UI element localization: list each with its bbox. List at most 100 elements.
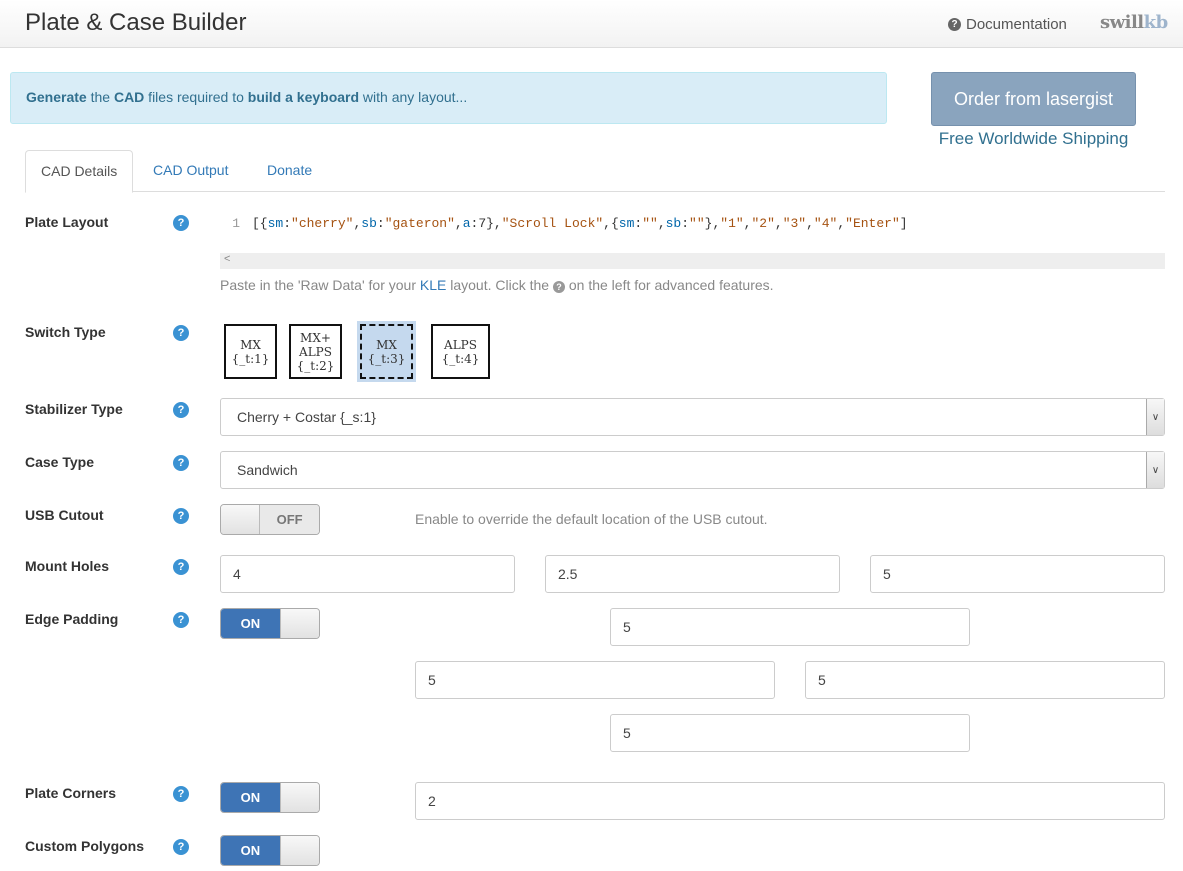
toggle-state: OFF (260, 505, 319, 534)
plate-layout-hint: Paste in the 'Raw Data' for your KLE lay… (220, 277, 774, 293)
edge-padding-left-input[interactable]: 5 (415, 661, 775, 699)
code-token: }, (704, 216, 721, 231)
code-token: sb (361, 216, 377, 231)
mount-holes-input-1[interactable]: 4 (220, 555, 515, 593)
mount-holes-label: Mount Holes (25, 558, 109, 574)
mount-holes-input-2[interactable]: 2.5 (545, 555, 840, 593)
switch-option-line: {_t:2} (296, 358, 335, 373)
plate-layout-help-icon[interactable]: ? (173, 215, 189, 231)
toggle-state: ON (221, 836, 280, 865)
code-token: "4" (813, 216, 838, 231)
hint-text: on the left for advanced features. (564, 277, 774, 293)
stabilizer-type-value: Cherry + Costar {_s:1} (237, 409, 376, 425)
switch-option-line: MX+ (300, 330, 331, 345)
code-token: :7}, (470, 216, 502, 231)
kle-link[interactable]: KLE (420, 277, 446, 293)
code-token: "Enter" (845, 216, 900, 231)
tab-donate[interactable]: Donate (252, 150, 327, 192)
code-token: "cherry" (291, 216, 354, 231)
edge-padding-label: Edge Padding (25, 611, 119, 627)
code-token: "Scroll Lock" (501, 216, 604, 231)
info-banner: Generate the CAD files required to build… (10, 72, 887, 124)
code-token: a (462, 216, 471, 231)
banner-text-bold: build a keyboard (247, 89, 360, 105)
documentation-link[interactable]: ? Documentation (948, 16, 1067, 33)
case-type-value: Sandwich (237, 462, 298, 478)
edge-padding-bottom-input[interactable]: 5 (610, 714, 970, 752)
code-token: ] (899, 216, 908, 231)
switch-option-line: {_t:4} (441, 351, 480, 366)
hint-text: layout. Click the (446, 277, 553, 293)
banner-text-bold: Generate (26, 89, 87, 105)
plate-layout-editor[interactable]: 1 [{sm:"cherry",sb:"gateron",a:7},"Scroll… (220, 216, 908, 231)
mount-holes-help-icon[interactable]: ? (173, 559, 189, 575)
brand-logo[interactable]: swillkb (1100, 12, 1168, 33)
switch-option-line: ALPS (299, 344, 332, 359)
switch-option-line: {_t:3} (367, 351, 406, 366)
case-type-help-icon[interactable]: ? (173, 455, 189, 471)
documentation-label: Documentation (966, 16, 1067, 33)
code-token: , (657, 216, 666, 231)
chevron-down-icon: ∨ (1146, 399, 1164, 435)
switch-option-mx-alps[interactable]: MX+ ALPS {_t:2} (289, 324, 342, 379)
custom-polygons-help-icon[interactable]: ? (173, 839, 189, 855)
edge-padding-toggle[interactable]: ON (220, 608, 320, 639)
code-token: "" (689, 216, 705, 231)
custom-polygons-label: Custom Polygons (25, 838, 145, 854)
code-token: [{ (252, 216, 268, 231)
custom-polygons-toggle[interactable]: ON (220, 835, 320, 866)
code-token: : (283, 216, 292, 231)
shipping-text: Free Worldwide Shipping (938, 129, 1129, 148)
code-token: ,{ (603, 216, 619, 231)
brand-logo-part2: kb (1143, 12, 1169, 33)
code-token: : (376, 216, 385, 231)
switch-type-help-icon[interactable]: ? (173, 325, 189, 341)
case-type-label: Case Type (25, 454, 94, 470)
tab-cad-output[interactable]: CAD Output (138, 150, 243, 192)
stabilizer-type-select[interactable]: Cherry + Costar {_s:1} ∨ (220, 398, 1165, 436)
toggle-state: ON (221, 609, 280, 638)
brand-logo-part1: swill (1100, 12, 1144, 33)
toggle-state: ON (221, 783, 280, 812)
order-lasergist-button[interactable]: Order from lasergist (931, 72, 1136, 126)
code-token: , (454, 216, 463, 231)
plate-corners-input[interactable]: 2 (415, 782, 1165, 820)
usb-cutout-toggle[interactable]: OFF (220, 504, 320, 535)
switch-option-mx[interactable]: MX {_t:1} (224, 324, 277, 379)
stabilizer-type-label: Stabilizer Type (25, 401, 123, 417)
hint-text: Paste in the 'Raw Data' for your (220, 277, 420, 293)
scroll-left-arrow-icon[interactable]: < (224, 253, 230, 265)
code-token: "" (642, 216, 658, 231)
edge-padding-top-input[interactable]: 5 (610, 608, 970, 646)
code-token: "3" (782, 216, 807, 231)
usb-cutout-help-icon[interactable]: ? (173, 508, 189, 524)
code-token: : (681, 216, 690, 231)
editor-horizontal-scrollbar[interactable]: < (220, 253, 1165, 269)
plate-corners-toggle[interactable]: ON (220, 782, 320, 813)
toggle-knob (221, 505, 261, 534)
tab-cad-details[interactable]: CAD Details (25, 150, 134, 193)
edge-padding-help-icon[interactable]: ? (173, 612, 189, 628)
switch-option-line: MX (376, 337, 397, 352)
toggle-knob (279, 609, 319, 638)
stabilizer-type-help-icon[interactable]: ? (173, 402, 189, 418)
usb-cutout-hint: Enable to override the default location … (415, 511, 768, 527)
banner-text: with any layout... (359, 89, 468, 105)
banner-text: the (86, 89, 114, 105)
code-token: sm (267, 216, 284, 231)
line-number: 1 (232, 216, 240, 231)
plate-corners-help-icon[interactable]: ? (173, 786, 189, 802)
edge-padding-right-input[interactable]: 5 (805, 661, 1165, 699)
case-type-select[interactable]: Sandwich ∨ (220, 451, 1165, 489)
banner-text: files required to (144, 89, 248, 105)
code-token: "1" (720, 216, 744, 231)
mount-holes-input-3[interactable]: 5 (870, 555, 1165, 593)
code-token: "gateron" (384, 216, 455, 231)
switch-option-line: {_t:1} (231, 351, 270, 366)
code-token: , (774, 216, 783, 231)
app-title: Plate & Case Builder (25, 9, 247, 36)
code-token: sb (665, 216, 682, 231)
question-circle-icon: ? (948, 18, 961, 31)
switch-option-mx-t3[interactable]: MX {_t:3} (357, 321, 416, 382)
switch-option-alps[interactable]: ALPS {_t:4} (431, 324, 490, 379)
